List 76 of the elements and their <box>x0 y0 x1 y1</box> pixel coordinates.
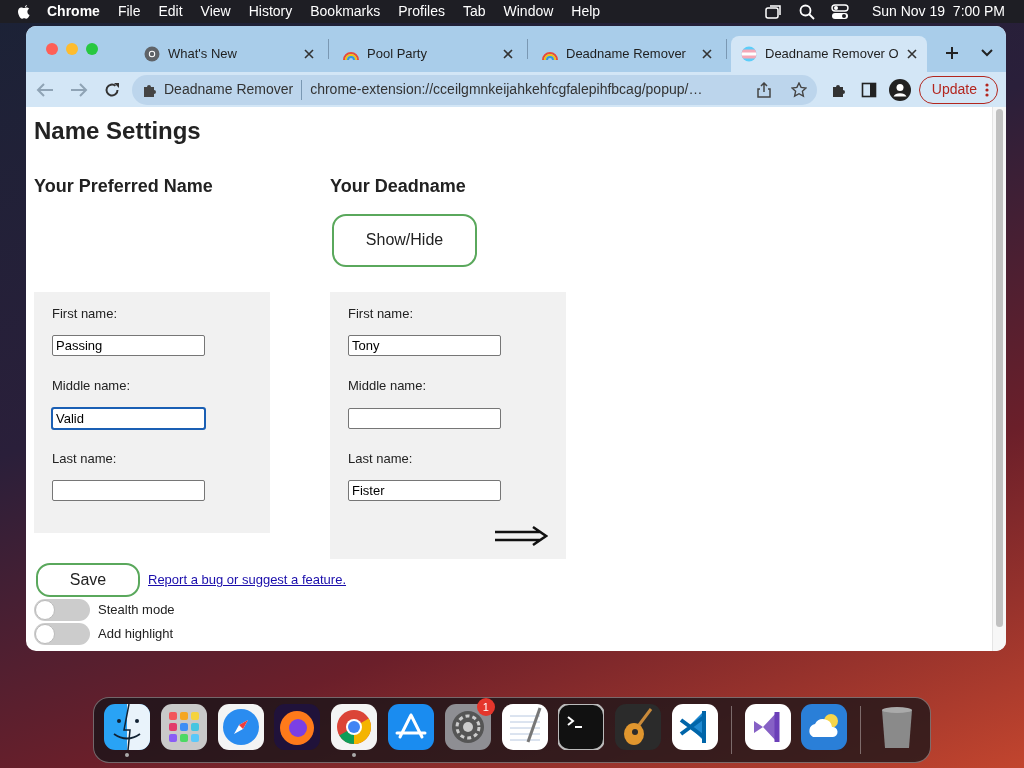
compass-icon[interactable] <box>217 703 264 750</box>
more-vertical-icon <box>985 82 989 97</box>
star-icon[interactable] <box>790 81 807 98</box>
app-menu[interactable]: Chrome <box>38 1 109 22</box>
app-grid-icon[interactable] <box>160 703 207 750</box>
text-field[interactable]: Tony <box>348 335 501 356</box>
text-field[interactable] <box>52 480 205 501</box>
double-arrow-icon <box>494 525 548 547</box>
field-label: First name: <box>348 304 414 323</box>
browser-tab[interactable]: Deadname Remover O <box>731 36 927 72</box>
menu-item[interactable]: Bookmarks <box>301 1 390 22</box>
terminal-icon[interactable] <box>558 703 605 750</box>
circle-logo-icon[interactable] <box>331 703 378 750</box>
menu-item[interactable]: Window <box>494 1 563 22</box>
gear-icon[interactable] <box>444 703 491 750</box>
site-label: Deadname Remover <box>164 80 294 100</box>
share-icon[interactable] <box>756 81 771 98</box>
control-center-icon[interactable] <box>830 3 849 20</box>
text-field[interactable]: Valid <box>52 407 205 429</box>
field-label: Last name: <box>52 449 118 468</box>
address-bar[interactable]: Deadname Remover chrome-extension://cceilgmnkeijahkehfcgfalepihfbcag/popup/… <box>132 74 817 105</box>
report-link[interactable]: Report a bug or suggest a feature. <box>148 570 346 590</box>
a-letter-icon[interactable] <box>388 703 434 750</box>
switch-label: Add highlight <box>98 625 174 644</box>
field-label: Middle name: <box>348 377 428 395</box>
field-label: Middle name: <box>52 377 132 395</box>
running-indicator <box>352 752 357 757</box>
menu-item[interactable]: View <box>191 1 240 22</box>
apple-icon[interactable] <box>16 2 32 21</box>
field-label: Last name: <box>348 449 414 468</box>
page-title: Name Settings <box>34 117 202 146</box>
menu-item[interactable]: File <box>108 1 150 22</box>
side-panel-icon[interactable] <box>860 81 877 98</box>
finder-face-icon[interactable] <box>104 703 150 750</box>
windows-icon[interactable] <box>764 3 783 20</box>
puzzle-icon <box>142 82 156 97</box>
text-field[interactable] <box>348 407 501 429</box>
menu-item[interactable]: Help <box>562 1 610 22</box>
notepad-pen-icon[interactable] <box>501 703 548 750</box>
circle-logo-icon <box>144 46 160 62</box>
menu-item[interactable]: Edit <box>149 1 192 22</box>
browser-tab[interactable]: Pool Party <box>333 36 523 72</box>
browser-tab[interactable]: Deadname Remover <box>532 36 722 72</box>
reload-icon[interactable] <box>104 81 120 98</box>
menu-item[interactable]: History <box>239 1 302 22</box>
menu-item[interactable]: Tab <box>453 1 495 22</box>
code-ribbon-icon[interactable] <box>671 703 718 750</box>
menu-bar-clock[interactable]: Sun Nov 19 7:00 PM <box>862 1 1014 22</box>
search-icon[interactable] <box>798 3 815 20</box>
scrollbar[interactable] <box>992 107 1006 651</box>
show-hide-button[interactable]: Show/Hide <box>332 213 477 267</box>
field-label: First name: <box>52 304 118 323</box>
guitar-icon[interactable] <box>615 703 662 750</box>
section-heading: Your Preferred Name <box>34 175 214 198</box>
plus-icon[interactable] <box>944 46 959 60</box>
notification-badge: 1 <box>476 697 495 716</box>
toggle-switch[interactable] <box>34 599 90 621</box>
text-field[interactable]: Passing <box>52 335 205 356</box>
ribbon-logo-icon[interactable] <box>744 703 791 750</box>
close-icon[interactable] <box>702 49 712 59</box>
close-icon[interactable] <box>503 49 513 59</box>
menu-item[interactable]: Profiles <box>389 1 454 22</box>
browser-tab[interactable]: What's New <box>134 36 324 72</box>
running-indicator <box>125 752 129 757</box>
url-text[interactable]: chrome-extension://cceilgmnkeijahkehfcgfalepihfbcag/popup/… <box>310 79 739 101</box>
cloud-sun-icon[interactable] <box>801 703 848 750</box>
switch-label: Stealth mode <box>98 601 175 620</box>
close-icon[interactable] <box>906 49 917 59</box>
striped-circle-icon <box>741 46 757 62</box>
avatar-icon[interactable] <box>888 78 911 101</box>
save-button[interactable]: Save <box>36 563 140 597</box>
toggle-switch[interactable] <box>34 623 90 645</box>
text-field[interactable]: Fister <box>348 480 501 501</box>
section-heading: Your Deadname <box>330 175 467 198</box>
chevron-down-icon[interactable] <box>980 48 994 58</box>
close-icon[interactable] <box>304 49 314 59</box>
